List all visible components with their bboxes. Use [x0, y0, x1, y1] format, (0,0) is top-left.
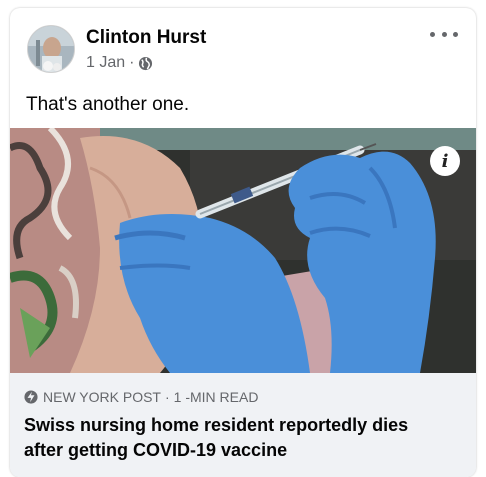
read-time: 1 -MIN READ — [173, 389, 259, 405]
headline-line-2: after getting COVID-19 vaccine — [24, 440, 288, 460]
headline-line-1: Swiss nursing home resident reportedly d… — [24, 415, 409, 435]
globe-icon — [138, 56, 153, 71]
source-separator: · — [164, 389, 170, 405]
info-icon[interactable]: i — [430, 146, 460, 176]
lightning-bolt-icon — [24, 390, 38, 404]
more-options-icon[interactable] — [430, 24, 458, 44]
post-card: Clinton Hurst 1 Jan · That's another one… — [10, 8, 476, 477]
post-meta: 1 Jan · — [86, 54, 153, 72]
author-name[interactable]: Clinton Hurst — [86, 27, 206, 49]
link-headline[interactable]: Swiss nursing home resident reportedly d… — [24, 413, 464, 463]
source-name: NEW YORK POST — [43, 389, 161, 405]
post-header: Clinton Hurst 1 Jan · — [10, 8, 476, 88]
source-row: NEW YORK POST · 1 -MIN READ — [24, 389, 258, 405]
link-preview-footer[interactable]: NEW YORK POST · 1 -MIN READ Swiss nursin… — [10, 373, 476, 477]
post-date[interactable]: 1 Jan — [86, 54, 125, 72]
post-text: That's another one. — [26, 94, 190, 115]
link-preview-image[interactable]: i — [10, 128, 476, 373]
avatar[interactable] — [27, 25, 75, 73]
meta-separator: · — [129, 54, 135, 71]
